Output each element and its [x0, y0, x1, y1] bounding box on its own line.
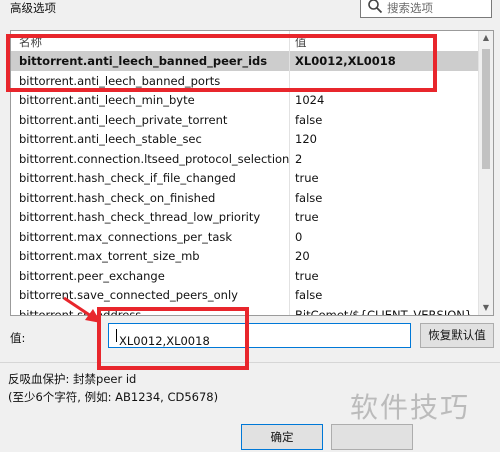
option-name: bittorrent.hash_check_if_file_changed — [19, 171, 236, 185]
table-row[interactable]: bittorrent.hash_check_on_finished false — [11, 187, 481, 207]
column-header-name[interactable]: 名称 — [19, 34, 42, 50]
option-name: bittorrent.max_torrent_size_mb — [19, 249, 200, 263]
option-name: bittorrent.sp_address — [19, 307, 142, 316]
option-value: 2 — [295, 151, 303, 166]
option-name: bittorrent.anti_leech_private_torrent — [19, 112, 228, 127]
option-name: bittorrent.save_connected_peers_only — [19, 288, 238, 302]
option-name: bittorrent.anti_leech_stable_sec — [19, 132, 202, 146]
scroll-thumb[interactable] — [482, 49, 490, 169]
table-row[interactable]: bittorrent.sp_address BitComet/${CLIENT_V… — [11, 304, 481, 316]
table-row[interactable]: bittorrent.max_connections_per_task 0 — [11, 226, 481, 246]
vertical-scrollbar[interactable]: ▲ ▼ — [478, 31, 493, 315]
option-value: 120 — [295, 132, 317, 146]
option-name: bittorrent.peer_exchange — [19, 268, 165, 283]
divider — [0, 362, 500, 363]
table-row[interactable]: bittorrent.hash_check_if_file_changed tru… — [11, 168, 481, 188]
option-name: bittorrent.anti_leech_min_byte — [19, 93, 195, 107]
table-row[interactable]: bittorrent.anti_leech_stable_sec 120 — [11, 129, 481, 149]
option-value: XL0012,XL0018 — [295, 54, 396, 68]
option-name: bittorrent.anti_leech_banned_peer_ids — [19, 54, 268, 68]
option-value: 1024 — [295, 93, 325, 107]
reset-default-button[interactable]: 恢复默认值 — [420, 323, 494, 348]
table-row[interactable]: bittorrent.anti_leech_banned_ports — [11, 70, 481, 90]
value-input[interactable]: XL0012,XL0018 — [108, 323, 411, 348]
search-input[interactable]: 搜索选项 — [360, 0, 492, 18]
options-table: 名称 值 bittorrent.anti_leech_banned_peer_i… — [10, 30, 494, 316]
option-value: false — [295, 288, 323, 302]
table-row[interactable]: bittorrent.hash_check_thread_low_priorit… — [11, 207, 481, 227]
section-label: 高级选项 — [10, 1, 56, 15]
text-caret — [116, 329, 117, 342]
option-value: BitComet/${CLIENT_VERSION} — [295, 307, 473, 316]
option-name: bittorrent.max_connections_per_task — [19, 229, 233, 244]
search-icon — [368, 0, 383, 14]
table-row[interactable]: bittorrent.anti_leech_banned_peer_ids XL0… — [11, 51, 481, 71]
cancel-button[interactable] — [331, 424, 413, 450]
table-row[interactable]: bittorrent.connection.ltseed_protocol_se… — [11, 148, 481, 168]
table-row[interactable]: bittorrent.anti_leech_private_torrent fal… — [11, 109, 481, 129]
value-input-text: XL0012,XL0018 — [119, 334, 210, 348]
table-row[interactable]: bittorrent.save_connected_peers_only fals… — [11, 285, 481, 305]
option-value: false — [295, 112, 323, 127]
option-name: bittorrent.hash_check_on_finished — [19, 190, 216, 205]
ok-button[interactable]: 确定 — [241, 424, 323, 450]
value-label: 值: — [10, 331, 26, 345]
table-row[interactable]: bittorrent.max_torrent_size_mb 20 — [11, 246, 481, 266]
table-row[interactable]: bittorrent.anti_leech_min_byte 1024 — [11, 90, 481, 110]
option-name: bittorrent.hash_check_thread_low_priorit… — [19, 210, 261, 224]
search-placeholder: 搜索选项 — [387, 1, 433, 15]
option-value: true — [295, 268, 319, 283]
option-value: true — [295, 210, 319, 224]
option-value: true — [295, 171, 319, 185]
option-name: bittorrent.anti_leech_banned_ports — [19, 73, 221, 88]
scroll-up-icon[interactable]: ▲ — [479, 31, 493, 45]
column-header-value[interactable]: 值 — [295, 34, 307, 50]
table-row[interactable]: bittorrent.peer_exchange true — [11, 265, 481, 285]
watermark: 软件技巧 — [350, 391, 471, 424]
option-value: 20 — [295, 249, 310, 263]
scroll-down-icon[interactable]: ▼ — [479, 301, 493, 315]
option-description-hint: (至少6个字符, 例如: AB1234, CD5678) — [8, 390, 219, 404]
option-description: 反吸血保护: 封禁peer id — [8, 372, 137, 386]
option-value: false — [295, 190, 323, 205]
table-header: 名称 值 — [11, 31, 481, 52]
option-value: 0 — [295, 229, 303, 244]
option-name: bittorrent.connection.ltseed_protocol_se… — [19, 151, 290, 166]
